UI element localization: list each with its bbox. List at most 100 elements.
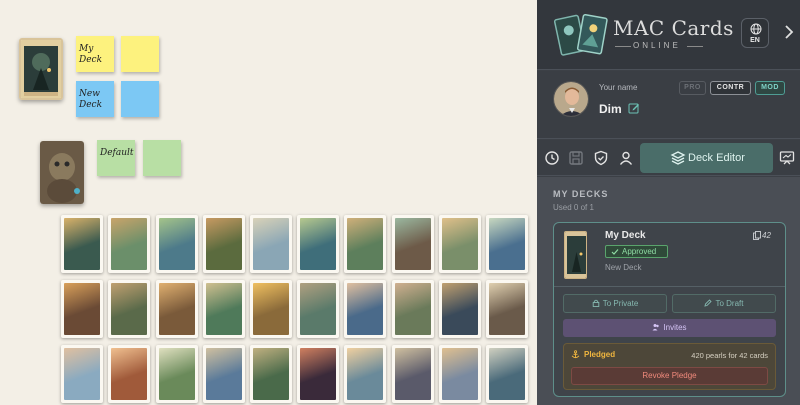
board-card[interactable] — [108, 345, 150, 403]
avatar[interactable] — [553, 81, 589, 117]
board-card[interactable] — [156, 215, 198, 273]
board-card-image[interactable] — [40, 141, 84, 204]
board-card[interactable] — [297, 280, 339, 338]
to-draft-button[interactable]: To Draft — [672, 294, 776, 313]
board-card[interactable] — [486, 215, 528, 273]
board-card[interactable] — [297, 215, 339, 273]
invites-label: Invites — [663, 323, 687, 332]
pencil-icon — [704, 299, 713, 307]
layers-icon — [670, 151, 686, 165]
card-illustration — [442, 283, 478, 335]
card-illustration — [300, 283, 336, 335]
chevron-right-icon[interactable] — [783, 24, 795, 40]
cards-count-icon — [753, 231, 761, 240]
board-card[interactable] — [439, 280, 481, 338]
globe-icon — [750, 23, 762, 35]
edit-icon[interactable] — [628, 102, 640, 114]
avatar-image — [554, 82, 588, 116]
status-badge: Approved — [605, 245, 668, 258]
sticky-note[interactable]: Default — [97, 140, 135, 176]
deck-thumbnail — [564, 231, 587, 279]
deck-card[interactable]: My Deck 42 Approved New Deck To Private — [553, 222, 786, 397]
board-card[interactable] — [250, 215, 292, 273]
card-illustration — [64, 348, 100, 400]
role-badge-pro[interactable]: PRO — [679, 81, 706, 95]
sticky-note[interactable]: My Deck — [76, 36, 114, 72]
role-badge-mod[interactable]: MOD — [755, 81, 785, 95]
card-illustration — [111, 283, 147, 335]
sticky-note[interactable] — [121, 81, 159, 117]
sticky-note[interactable]: New Deck — [76, 81, 114, 117]
board-card[interactable] — [344, 280, 386, 338]
card-illustration — [347, 283, 383, 335]
board-card[interactable] — [156, 280, 198, 338]
deck-card-count: 42 — [762, 231, 771, 240]
card-illustration — [489, 218, 525, 270]
card-illustration — [21, 40, 61, 98]
profile-section: Your name Dim PRO CONTR MOD — [537, 71, 800, 139]
shield-icon[interactable] — [593, 150, 609, 166]
board-card[interactable] — [61, 280, 103, 338]
app-title: MAC Cards — [613, 16, 734, 40]
language-button[interactable]: EN — [741, 18, 769, 48]
board-card[interactable] — [344, 215, 386, 273]
card-illustration — [64, 218, 100, 270]
card-illustration — [489, 283, 525, 335]
card-illustration — [253, 218, 289, 270]
board-card[interactable] — [439, 215, 481, 273]
my-decks-section: MY DECKS Used 0 of 1 My Deck 42 Approved… — [537, 177, 800, 405]
sticky-note-text: New Deck — [79, 89, 103, 110]
board-card-image[interactable] — [19, 38, 63, 100]
board-card[interactable] — [439, 345, 481, 403]
revoke-pledge-button[interactable]: Revoke Pledge — [571, 367, 768, 385]
logo-divider — [687, 46, 703, 47]
board-card[interactable] — [203, 280, 245, 338]
board-card[interactable] — [250, 345, 292, 403]
board-card[interactable] — [156, 345, 198, 403]
presentation-icon[interactable] — [779, 150, 795, 166]
card-illustration — [159, 283, 195, 335]
board-canvas[interactable]: My Deck New Deck Default — [0, 0, 537, 405]
card-illustration — [64, 283, 100, 335]
board-card[interactable] — [392, 215, 434, 273]
language-label: EN — [750, 37, 760, 44]
card-illustration — [206, 348, 242, 400]
board-card[interactable] — [344, 345, 386, 403]
deck-subtitle: New Deck — [605, 263, 642, 272]
to-private-button[interactable]: To Private — [563, 294, 667, 313]
board-card[interactable] — [203, 345, 245, 403]
board-card[interactable] — [486, 280, 528, 338]
sticky-note[interactable] — [143, 140, 181, 176]
board-card[interactable] — [61, 345, 103, 403]
card-illustration — [111, 348, 147, 400]
sticky-note[interactable] — [121, 36, 159, 72]
card-illustration — [347, 348, 383, 400]
decks-usage: Used 0 of 1 — [553, 203, 594, 212]
board-card[interactable] — [203, 215, 245, 273]
card-illustration — [253, 283, 289, 335]
board-card[interactable] — [392, 345, 434, 403]
invites-button[interactable]: Invites — [563, 319, 776, 337]
board-card[interactable] — [108, 280, 150, 338]
save-icon[interactable] — [568, 150, 584, 166]
board-card[interactable] — [486, 345, 528, 403]
card-illustration — [442, 348, 478, 400]
card-illustration — [206, 283, 242, 335]
tab-deck-editor-label: Deck Editor — [688, 152, 745, 164]
side-panel: MAC Cards ONLINE EN Your name Dim PRO CO… — [537, 0, 800, 405]
board-card[interactable] — [297, 345, 339, 403]
deck-cover-image — [565, 232, 586, 278]
card-illustration — [300, 348, 336, 400]
history-icon[interactable] — [544, 150, 560, 166]
tab-deck-editor[interactable]: Deck Editor — [640, 143, 773, 173]
card-illustration — [395, 348, 431, 400]
pledged-info: 420 pearls for 42 cards — [691, 351, 768, 360]
board-card[interactable] — [392, 280, 434, 338]
board-card[interactable] — [108, 215, 150, 273]
board-card[interactable] — [61, 215, 103, 273]
user-icon[interactable] — [618, 150, 634, 166]
role-badge-contr[interactable]: CONTR — [710, 81, 751, 95]
card-illustration — [489, 348, 525, 400]
to-private-label: To Private — [602, 299, 639, 308]
board-card[interactable] — [250, 280, 292, 338]
